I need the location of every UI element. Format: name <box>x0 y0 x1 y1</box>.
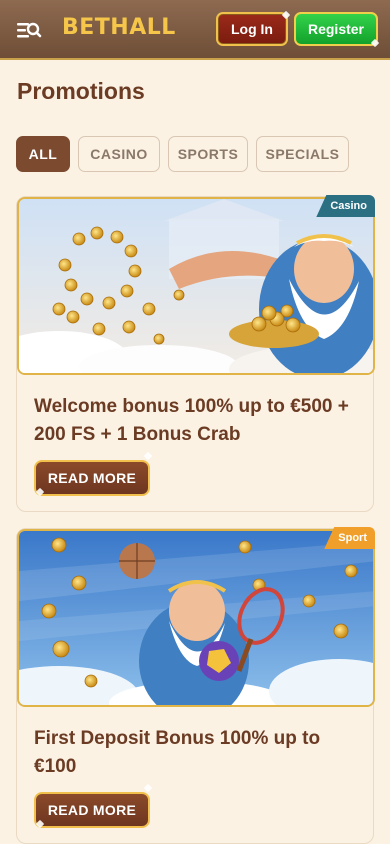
sparkle-decoration <box>143 451 153 461</box>
sparkle-decoration <box>143 783 153 793</box>
login-button[interactable]: Log In <box>216 12 288 46</box>
bethall-logo[interactable]: BETHALL <box>62 15 176 40</box>
menu-search-icon[interactable] <box>16 18 42 42</box>
zeus-casino-banner-image[interactable] <box>17 197 375 375</box>
tab-all[interactable]: ALL <box>16 136 70 172</box>
zeus-sport-banner-image[interactable] <box>17 529 375 707</box>
category-tag-casino: Casino <box>316 195 375 217</box>
top-header: BETHALL Log In Register <box>0 0 390 60</box>
promotion-title: First Deposit Bonus 100% up to €100 <box>34 728 321 777</box>
read-more-button[interactable]: READ MORE <box>34 460 150 496</box>
register-button[interactable]: Register <box>294 12 378 46</box>
tab-sports[interactable]: SPORTS <box>168 136 248 172</box>
read-more-button[interactable]: READ MORE <box>34 792 150 828</box>
promotion-card: Sport First Deposit Bonus 100% up to €10… <box>16 527 375 844</box>
sparkle-decoration <box>370 38 380 48</box>
promotion-card: Casino Welcome bonus 100% up to €500 + 2… <box>16 195 375 512</box>
tab-casino[interactable]: CASINO <box>78 136 160 172</box>
promotion-title: Welcome bonus 100% up to €500 + 200 FS +… <box>34 396 349 445</box>
page-title: Promotions <box>17 78 145 104</box>
tab-specials[interactable]: SPECIALS <box>256 136 349 172</box>
promotion-filter-tabs: ALL CASINO SPORTS SPECIALS <box>16 136 349 172</box>
